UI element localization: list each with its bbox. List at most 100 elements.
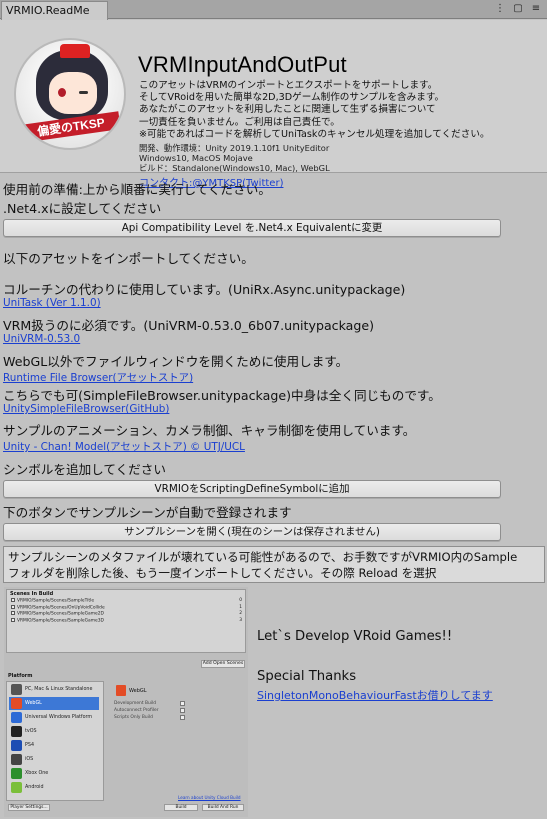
platform-name: Xbox One <box>25 771 49 776</box>
more-icon[interactable]: ⋮ <box>493 1 507 16</box>
univrm-link[interactable]: UniVRM-0.53.0 <box>3 333 80 345</box>
option-autoconnect-profiler: Autoconnect Profiler <box>114 708 185 713</box>
description-line: ※可能であればコードを解析してUniTaskのキャンセル処理を追加してください。 <box>139 128 490 140</box>
checkbox-icon <box>11 611 15 615</box>
platform-item: Android <box>9 781 99 794</box>
option-development-build: Development Build <box>114 701 185 706</box>
platform-list: PC, Mac & Linux Standalone WebGL Univers… <box>6 681 104 801</box>
ios-icon <box>11 754 22 765</box>
net4-text: .Net4.xに設定してください <box>3 201 162 216</box>
asset-desc-simplefilebrowser: こちらでも可(SimpleFileBrowser.unitypackage)中身… <box>3 388 441 403</box>
webgl-icon <box>11 698 22 709</box>
platform-item: tvOS <box>9 725 99 738</box>
platform-item: Xbox One <box>9 767 99 780</box>
logo-hat <box>60 44 90 58</box>
webgl-icon <box>116 685 126 696</box>
page-title: VRMInputAndOutPut <box>138 52 347 77</box>
asset-desc-unitask: コルーチンの代わりに使用しています。(UniRx.Async.unitypack… <box>3 282 406 297</box>
checkbox-icon <box>180 701 185 706</box>
add-open-scenes-button: Add Open Scenes <box>201 660 245 668</box>
asset-desc-filebrowser: WebGL以外でファイルウィンドウを開くために使用します。 <box>3 354 349 369</box>
logo-face <box>49 72 97 114</box>
import-heading: 以下のアセットをインポートしてください。 <box>3 251 254 266</box>
maximize-icon[interactable]: ▢ <box>511 1 525 16</box>
option-label: Development Build <box>114 701 156 706</box>
symbol-heading: シンボルを追加してください <box>3 462 166 477</box>
option-label: Scripts Only Build <box>114 715 153 720</box>
checkbox-icon <box>180 708 185 713</box>
simple-file-browser-link[interactable]: UnitySimpleFileBrowser(GitHub) <box>3 403 169 415</box>
asset-desc-univrm: VRM扱うのに必須です。(UniVRM-0.53.0_6b07.unitypac… <box>3 318 375 333</box>
checkbox-icon <box>180 715 185 720</box>
prep-text: 使用前の準備:上から順番に実行してください。 <box>3 182 271 197</box>
platform-item: Universal Windows Platform <box>9 711 99 724</box>
environment-info: 開発、動作環境：Unity 2019.1.10f1 UnityEditor Wi… <box>139 143 539 173</box>
sample-heading: 下のボタンでサンプルシーンが自動で登録されます <box>3 505 292 520</box>
description-line: このアセットはVRMのインポートとエクスポートをサポートします。 <box>139 80 438 91</box>
description-line: そしてVRoidを用いた簡単な2D,3Dゲーム制作のサンプルを含みます。 <box>139 92 445 104</box>
checkbox-icon <box>11 598 15 602</box>
open-sample-scene-button[interactable]: サンプルシーンを開く(現在のシーンは保存されません) <box>3 523 501 541</box>
android-icon <box>11 782 22 793</box>
help-box: サンプルシーンのメタファイルが壊れている可能性があるので、お手数ですがVRMIO… <box>3 546 545 583</box>
tvos-icon <box>11 726 22 737</box>
standalone-icon <box>11 684 22 695</box>
scene-index: 2 <box>239 611 242 616</box>
learn-cloud-build-link: Learn about Unity Cloud Build <box>178 795 241 800</box>
special-thanks-text: Special Thanks <box>257 669 357 684</box>
readme-header: 偏愛のTKSP VRMInputAndOutPut このアセットはVRMのインポ… <box>0 20 547 189</box>
meta-line: ビルド：Standalone(Windows10, Mac), WebGL <box>139 162 330 173</box>
tksp-logo: 偏愛のTKSP <box>14 38 126 150</box>
scene-path: VRMIO/Sample/Scenes/SampleGame3D <box>17 618 104 623</box>
unitask-link[interactable]: UniTask (Ver 1.1.0) <box>3 297 101 309</box>
window-controls: ⋮ ▢ ≡ <box>493 1 543 16</box>
asset-desc-unitychan: サンプルのアニメーション、カメラ制御、キャラ制御を使用しています。 <box>3 423 416 438</box>
scene-path: VRMIO/Sample/Scenes/OnUpVoidCollide <box>17 605 105 610</box>
player-settings-button: Player Settings... <box>8 804 50 811</box>
scene-row: VRMIO/Sample/Scenes/SampleGame3D 3 <box>7 617 245 625</box>
ps4-icon <box>11 740 22 751</box>
windows-icon <box>11 712 22 723</box>
scene-index: 1 <box>239 604 242 610</box>
logo-eye <box>58 88 66 97</box>
description-line: 一切責任を負いません。ご利用は自己責任で。 <box>139 116 340 128</box>
platform-label: Platform <box>8 673 33 679</box>
platform-name: PC, Mac & Linux Standalone <box>25 687 93 692</box>
platform-item-selected: WebGL <box>9 697 99 710</box>
unitychan-link[interactable]: Unity - Chan! Model(アセットストア) © UTJ/UCL <box>3 438 245 453</box>
platform-item: PS4 <box>9 739 99 752</box>
checkbox-icon <box>11 604 15 609</box>
build-button: Build <box>164 804 198 811</box>
selected-platform-title: WebGL <box>116 685 147 696</box>
platform-name: tvOS <box>25 729 37 734</box>
scenes-header: Scenes In Build <box>10 591 54 597</box>
option-label: Autoconnect Profiler <box>114 708 159 713</box>
tab-readme[interactable]: VRMIO.ReadMe <box>1 1 108 20</box>
window-tab-bar: VRMIO.ReadMe ⋮ ▢ ≡ <box>0 0 547 20</box>
platform-name: iOS <box>25 757 34 762</box>
checkbox-icon <box>11 617 15 622</box>
add-symbol-button[interactable]: VRMIOをScriptingDefineSymbolに追加 <box>3 480 501 498</box>
platform-name: Android <box>25 785 44 790</box>
selected-platform-name: WebGL <box>129 688 147 694</box>
description-line: あなたがこのアセットを利用したことに関連して生ずる損害について <box>139 104 436 116</box>
platform-name: WebGL <box>25 701 42 706</box>
xbox-icon <box>11 768 22 779</box>
platform-name: PS4 <box>25 743 34 748</box>
scene-index: 3 <box>239 617 242 623</box>
net4-button[interactable]: Api Compatibility Level を.Net4.x Equival… <box>3 219 501 237</box>
description: このアセットはVRMのインポートとエクスポートをサポートします。 そしてVRoi… <box>139 80 539 141</box>
platform-item: iOS <box>9 753 99 766</box>
scene-index: 0 <box>239 598 242 603</box>
build-settings-screenshot: Scenes In Build VRMIO/Sample/Scenes/Samp… <box>4 587 248 817</box>
scene-path: VRMIO/Sample/Scenes/SampleGame2D <box>17 611 104 617</box>
help-line: フォルダを削除した後、もう一度インポートしてください。その際 Reload を選… <box>8 565 437 580</box>
logo-wink <box>79 91 88 94</box>
singleton-link[interactable]: SingletonMonoBehaviourFastお借りしてます <box>257 687 493 703</box>
scenes-in-build-panel: Scenes In Build VRMIO/Sample/Scenes/Samp… <box>6 589 246 653</box>
scene-path: VRMIO/Sample/Scenes/SampleTitle <box>17 598 95 604</box>
close-icon[interactable]: ≡ <box>529 1 543 16</box>
platform-item: PC, Mac & Linux Standalone <box>9 683 99 696</box>
help-line: サンプルシーンのメタファイルが壊れている可能性があるので、お手数ですがVRMIO… <box>8 550 518 564</box>
runtime-file-browser-link[interactable]: Runtime File Browser(アセットストア) <box>3 369 193 384</box>
